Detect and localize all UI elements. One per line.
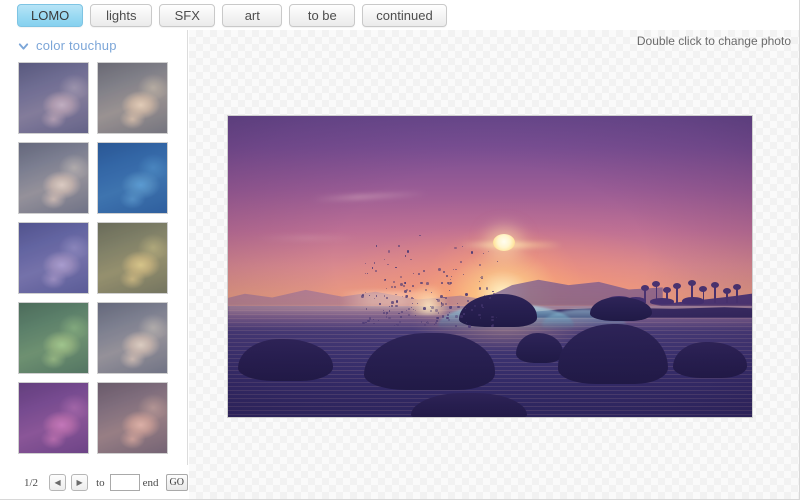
color-wash-overlay: [98, 63, 167, 133]
effect-thumbnail[interactable]: [97, 142, 168, 214]
palm-tree-icon: [711, 281, 718, 303]
triangle-left-icon: ◀: [54, 477, 61, 487]
effects-sidebar: color touchup 1/2 ◀ ▶ to end GO: [0, 30, 188, 499]
tab-sfx[interactable]: SFX: [159, 3, 216, 27]
color-wash-overlay: [98, 223, 167, 293]
chevron-down-icon[interactable]: [18, 41, 29, 52]
color-wash-overlay: [19, 383, 88, 453]
page-indicator: 1/2: [24, 476, 39, 489]
photo-canvas: Double click to change photo: [189, 30, 799, 499]
effect-thumbnail[interactable]: [97, 302, 168, 374]
palm-tree-icon: [733, 283, 740, 303]
effect-thumbnail-grid: [18, 62, 188, 454]
end-label: end: [142, 476, 159, 489]
tab-lomo[interactable]: LOMO: [17, 3, 84, 27]
color-wash-overlay: [19, 63, 88, 133]
effect-thumbnail[interactable]: [18, 142, 89, 214]
cloud-streak-icon: [254, 236, 359, 241]
sidebar-title: color touchup: [36, 37, 117, 53]
go-button[interactable]: GO: [165, 474, 188, 491]
color-wash-overlay: [98, 143, 167, 213]
effect-thumbnail-panel: [0, 60, 188, 465]
triangle-right-icon: ▶: [76, 477, 83, 487]
effect-thumbnail[interactable]: [18, 382, 89, 454]
effect-thumbnail[interactable]: [18, 62, 89, 134]
shrub-silhouette: [649, 297, 674, 305]
effect-thumbnail[interactable]: [97, 222, 168, 294]
sidebar-header[interactable]: color touchup: [0, 30, 187, 60]
color-wash-overlay: [19, 303, 88, 373]
to-label: to: [96, 476, 105, 489]
sunset-seascape-photo[interactable]: [227, 115, 753, 418]
prev-page-button[interactable]: ◀: [49, 474, 67, 491]
page-number-input[interactable]: [109, 474, 140, 491]
tab-continued[interactable]: continued: [362, 3, 447, 27]
effect-thumbnail[interactable]: [97, 62, 168, 134]
effect-thumbnail[interactable]: [18, 302, 89, 374]
color-wash-overlay: [98, 303, 167, 373]
palm-tree-icon: [723, 287, 730, 303]
shrub-silhouette: [682, 296, 705, 305]
effect-thumbnail[interactable]: [18, 222, 89, 294]
effect-category-tabbar: LOMO lights SFX art to be continued: [0, 0, 799, 30]
change-photo-hint: Double click to change photo: [636, 34, 791, 48]
tab-lights[interactable]: lights: [90, 3, 153, 27]
tab-art[interactable]: art: [222, 3, 283, 27]
palm-tree-icon: [673, 282, 680, 303]
sun-icon: [493, 233, 516, 251]
effect-thumbnail[interactable]: [97, 382, 168, 454]
color-wash-overlay: [19, 143, 88, 213]
tab-to-be[interactable]: to be: [289, 3, 356, 27]
photo-render: [228, 116, 752, 417]
photo-editor-window: LOMO lights SFX art to be continued colo…: [0, 0, 800, 500]
pagination-bar: 1/2 ◀ ▶ to end GO: [0, 465, 188, 499]
color-wash-overlay: [19, 223, 88, 293]
color-wash-overlay: [98, 383, 167, 453]
next-page-button[interactable]: ▶: [71, 474, 89, 491]
